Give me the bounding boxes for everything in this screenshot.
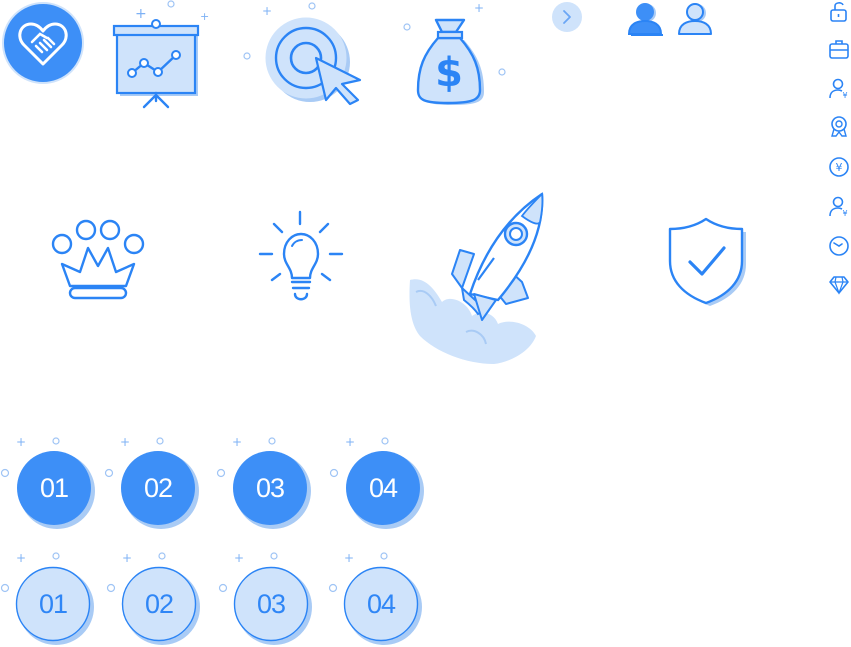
unlock-icon [827,0,851,24]
step-badge: 03 [233,566,312,645]
money-bag-icon: + $ [400,0,510,110]
badge-row-light: + + + + 01 02 03 04 [0,550,430,647]
badge-number: 01 [39,472,69,503]
badge-number: 04 [368,472,398,503]
handshake-icon [2,2,84,84]
step-badge: 01 [15,566,94,645]
lightbulb-icon [252,206,352,310]
badge-number: 03 [256,588,286,619]
user-yen-icon: ¥ [827,195,851,219]
user-outline-icon [676,2,716,38]
step-badge: 02 [121,566,200,645]
step-badge: 02 [120,450,199,529]
yen-coin-icon: ¥ [827,155,851,179]
svg-text:+: + [122,551,132,565]
badge-number: 04 [366,588,396,619]
svg-text:+: + [16,435,26,449]
clock-icon [827,234,851,258]
svg-text:+: + [344,551,354,565]
step-badge: 04 [345,450,424,529]
badge-number: 03 [255,472,285,503]
badge-number: 02 [144,588,174,619]
step-badge: 03 [232,450,311,529]
badge-row-solid: + + + + 01 02 03 04 [0,434,430,534]
svg-text:¥: ¥ [842,209,847,218]
shield-check-icon [664,214,754,310]
medal-icon [827,115,851,139]
user-yen-icon: ¥ [827,77,851,101]
svg-text:+: + [234,551,244,565]
crown-icon [48,214,148,304]
step-badge: 04 [343,566,422,645]
svg-text:+: + [120,435,130,449]
svg-text:¥: ¥ [842,91,847,100]
user-icon [627,2,665,38]
svg-text:+: + [345,435,355,449]
step-badge: 01 [16,450,95,529]
svg-text:¥: ¥ [836,161,843,174]
svg-text:+: + [474,1,484,15]
svg-text:+: + [16,551,26,565]
svg-text:+: + [232,435,242,449]
svg-text:+: + [135,6,147,22]
badge-number: 01 [38,588,68,619]
diamond-icon [827,273,851,297]
target-click-icon: + [240,0,370,110]
badge-number: 02 [143,472,173,503]
briefcase-icon [827,38,851,62]
svg-text:+: + [262,4,272,18]
svg-text:+: + [200,10,209,23]
rocket-icon [406,192,546,368]
svg-text:$: $ [435,50,463,96]
chevron-right-icon[interactable] [551,1,583,33]
presentation-chart-icon: + + [108,0,209,110]
